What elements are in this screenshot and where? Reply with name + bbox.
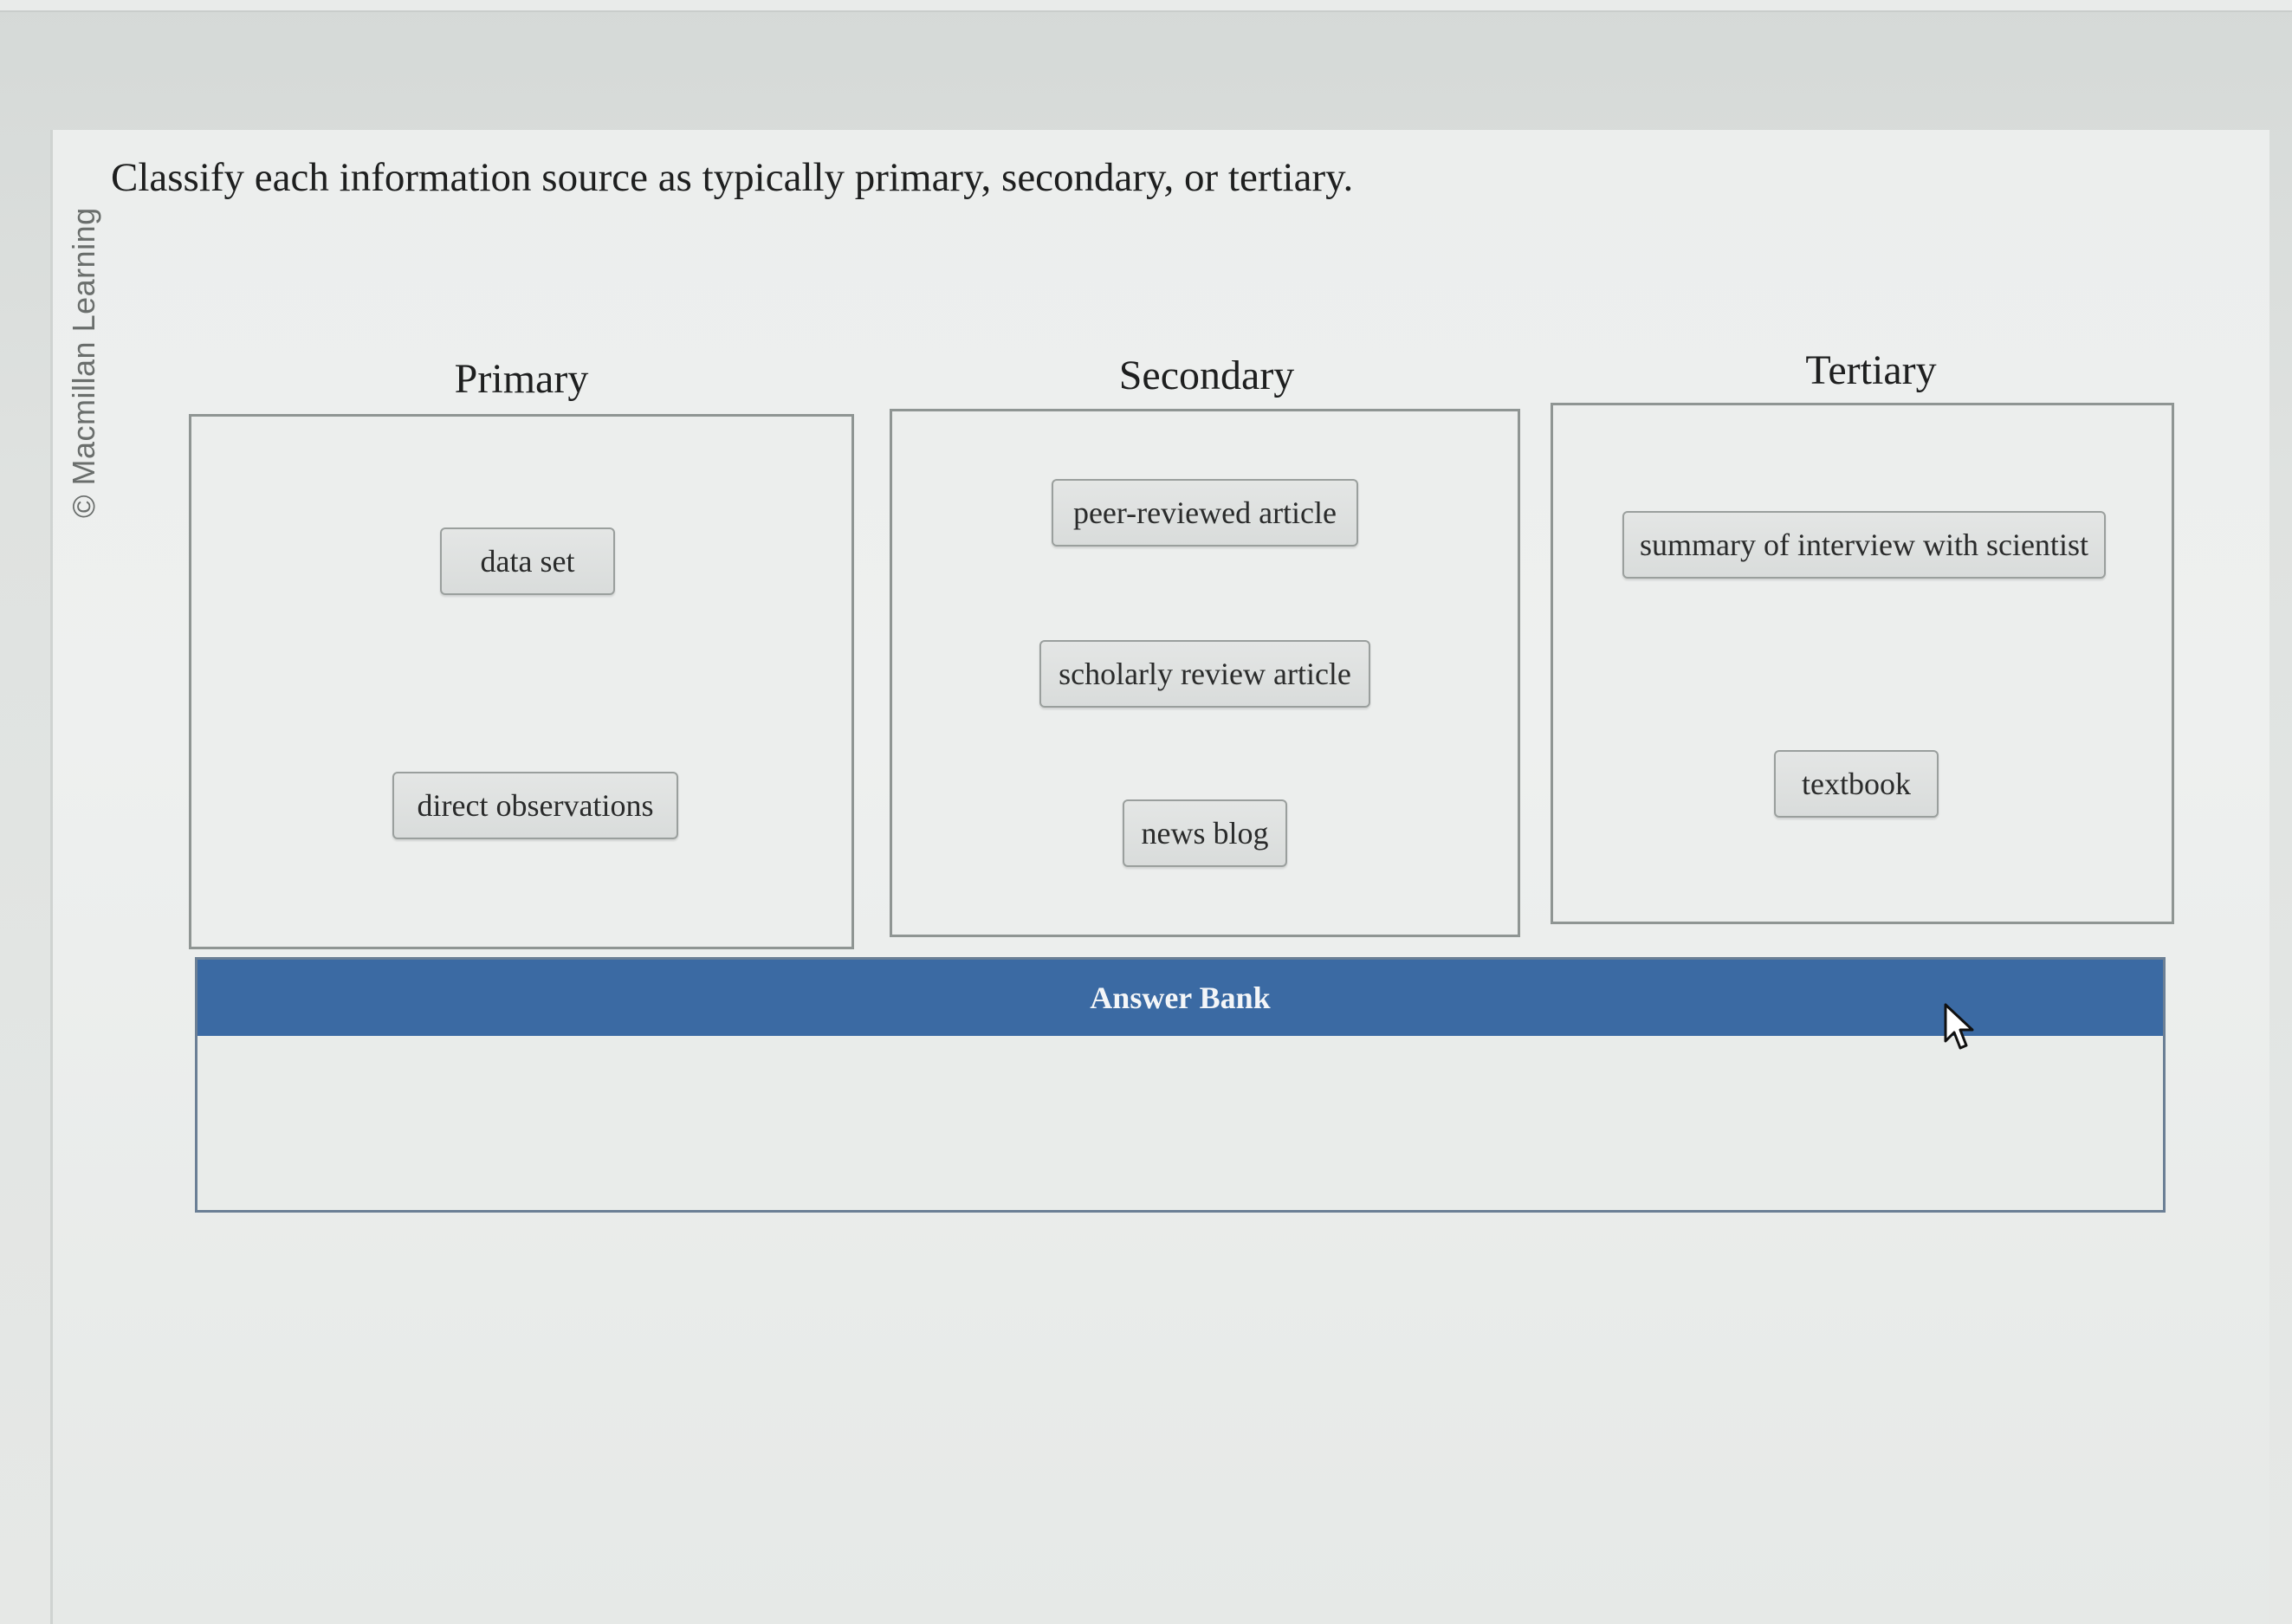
answer-bank[interactable]: Answer Bank [195,957,2166,1213]
answer-chip[interactable]: direct observations [392,772,678,839]
answer-chip[interactable]: data set [440,527,615,595]
drop-zone-tertiary[interactable]: summary of interview with scientist text… [1551,403,2174,924]
answer-chip[interactable]: news blog [1123,799,1287,867]
copyright-watermark: © Macmillan Learning [66,207,101,518]
answer-bank-header: Answer Bank [197,960,2163,1036]
category-title-tertiary: Tertiary [1805,347,1937,393]
drop-zone-primary[interactable]: data set direct observations [189,414,854,949]
drop-zone-secondary[interactable]: peer-reviewed article scholarly review a… [890,409,1520,937]
category-title-secondary: Secondary [1118,353,1295,398]
answer-chip[interactable]: textbook [1774,750,1939,818]
category-title-primary: Primary [454,356,589,402]
answer-chip[interactable]: peer-reviewed article [1052,479,1358,547]
browser-top-strip [0,0,2292,12]
answer-chip[interactable]: summary of interview with scientist [1622,511,2106,579]
question-prompt: Classify each information source as typi… [111,155,1354,200]
mouse-pointer-icon [1944,1003,1974,1050]
answer-chip[interactable]: scholarly review article [1039,640,1370,708]
